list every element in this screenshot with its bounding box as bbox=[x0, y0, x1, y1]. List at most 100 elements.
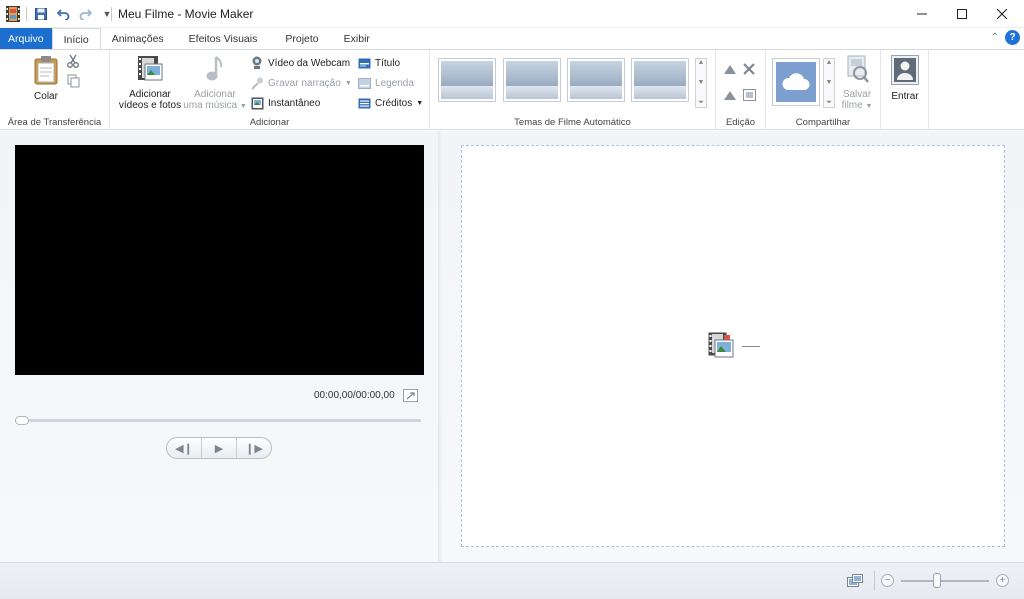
onedrive-share-button[interactable] bbox=[772, 58, 820, 106]
credits-button[interactable]: Créditos ▼ bbox=[357, 94, 423, 112]
save-movie-dropdown-icon: ▼ bbox=[865, 103, 873, 110]
add-group: Adicionar vídeos e fotos Adicionar uma m… bbox=[110, 50, 430, 130]
share-gallery-more-icon[interactable]: ⏷ bbox=[826, 99, 832, 107]
record-narration-button[interactable]: Gravar narração ▼ bbox=[250, 74, 352, 92]
share-gallery-scroll[interactable]: ▲ ▼ ⏷ bbox=[823, 58, 835, 108]
save-icon[interactable] bbox=[33, 6, 49, 22]
tab-view[interactable]: Exibir bbox=[333, 28, 381, 49]
add-videos-photos-label-1: Adicionar bbox=[129, 89, 171, 100]
storyboard[interactable] bbox=[461, 145, 1005, 547]
music-note-icon bbox=[204, 55, 226, 86]
save-movie-label-2-text: filme bbox=[841, 100, 863, 111]
window-title: Meu Filme - Movie Maker bbox=[118, 7, 254, 21]
add-videos-photos-button[interactable]: Adicionar vídeos e fotos bbox=[114, 55, 186, 111]
snapshot-icon bbox=[250, 96, 264, 110]
zoom-slider-track[interactable] bbox=[901, 580, 989, 582]
storyboard-add-hint[interactable] bbox=[708, 332, 760, 361]
snapshot-button[interactable]: Instantâneo bbox=[250, 94, 320, 112]
help-icon[interactable]: ? bbox=[1005, 30, 1020, 45]
paste-button[interactable]: Colar bbox=[26, 55, 66, 102]
gallery-more-icon[interactable]: ⏷ bbox=[698, 99, 704, 107]
webcam-icon bbox=[250, 56, 264, 70]
tab-home[interactable]: Início bbox=[51, 28, 101, 50]
close-button[interactable] bbox=[982, 0, 1022, 28]
thumbnail-size-icon[interactable] bbox=[847, 574, 863, 587]
gallery-down-icon[interactable]: ▼ bbox=[698, 79, 705, 86]
microphone-icon bbox=[250, 76, 264, 90]
theme-thumbnail-2[interactable] bbox=[503, 58, 561, 102]
snapshot-label: Instantâneo bbox=[268, 97, 321, 109]
zoom-in-button[interactable]: + bbox=[996, 574, 1009, 587]
tab-animations[interactable]: Animações bbox=[101, 28, 175, 49]
title-divider bbox=[111, 7, 112, 21]
save-movie-button[interactable]: Salvar filme ▼ bbox=[838, 55, 876, 112]
webcam-video-button[interactable]: Vídeo da Webcam bbox=[250, 54, 350, 72]
share-group-label: Compartilhar bbox=[795, 117, 851, 128]
remove-icon[interactable] bbox=[742, 62, 756, 76]
credits-icon bbox=[357, 96, 371, 110]
redo-icon[interactable] bbox=[77, 6, 93, 22]
sign-in-button[interactable]: Entrar bbox=[886, 55, 924, 102]
tab-visual-effects[interactable]: Efeitos Visuais bbox=[175, 28, 272, 49]
rotate-right-icon[interactable] bbox=[723, 88, 737, 102]
collapse-ribbon-icon[interactable]: ⌃ bbox=[991, 32, 999, 43]
pane-splitter[interactable] bbox=[438, 131, 442, 562]
theme-gallery-scroll[interactable]: ▲ ▼ ⏷ bbox=[695, 58, 707, 108]
play-icon: ▶ bbox=[214, 442, 224, 455]
theme-thumbnail-4[interactable] bbox=[631, 58, 689, 102]
seek-bar-thumb[interactable] bbox=[15, 416, 29, 425]
ribbon-tab-controls: ⌃ ? bbox=[991, 30, 1020, 45]
signin-group: Entrar bbox=[881, 50, 929, 130]
add-media-icon bbox=[708, 332, 734, 361]
automovie-themes-group-label: Temas de Filme Automático bbox=[514, 117, 631, 128]
play-button[interactable]: ▶ bbox=[202, 438, 237, 458]
gallery-up-icon[interactable]: ▲ bbox=[698, 59, 705, 66]
caption-button[interactable]: Legenda bbox=[357, 74, 414, 92]
seek-bar[interactable] bbox=[15, 419, 421, 422]
share-gallery-up-icon[interactable]: ▲ bbox=[826, 59, 833, 66]
zoom-out-button[interactable]: − bbox=[881, 574, 894, 587]
webcam-video-label: Vídeo da Webcam bbox=[268, 57, 351, 69]
theme-preview-3 bbox=[570, 61, 622, 99]
maximize-button[interactable] bbox=[942, 0, 982, 28]
undo-icon[interactable] bbox=[55, 6, 71, 22]
copy-icon[interactable] bbox=[66, 74, 80, 88]
main-area: 00:00,00/00:00,00 ◀❙ ▶ ❙▶ bbox=[0, 131, 1024, 562]
title-icon bbox=[357, 56, 371, 70]
fullscreen-preview-icon[interactable] bbox=[403, 389, 418, 402]
customize-qat-icon[interactable]: ▼ bbox=[99, 6, 115, 22]
movie-maker-app-icon[interactable] bbox=[6, 6, 20, 22]
tab-project[interactable]: Projeto bbox=[271, 28, 332, 49]
tab-file[interactable]: Arquivo bbox=[0, 28, 52, 49]
add-group-label: Adicionar bbox=[249, 117, 290, 128]
film-photo-icon bbox=[137, 55, 163, 86]
cut-icon[interactable] bbox=[66, 54, 80, 68]
add-music-label-2: uma música ▼ bbox=[183, 100, 247, 112]
share-gallery-down-icon[interactable]: ▼ bbox=[826, 79, 833, 86]
caption-icon bbox=[357, 76, 371, 90]
select-all-icon[interactable] bbox=[742, 88, 756, 102]
add-music-button[interactable]: Adicionar uma música ▼ bbox=[182, 55, 248, 112]
record-narration-label: Gravar narração bbox=[268, 77, 341, 89]
caption-label: Legenda bbox=[375, 77, 414, 89]
theme-thumbnail-3[interactable] bbox=[567, 58, 625, 102]
next-frame-button[interactable]: ❙▶ bbox=[237, 438, 271, 458]
credits-dropdown-icon: ▼ bbox=[416, 99, 424, 107]
credits-label: Créditos bbox=[375, 97, 413, 109]
status-bar-separator bbox=[874, 571, 875, 591]
previous-frame-button[interactable]: ◀❙ bbox=[167, 438, 202, 458]
editing-group-label: Edição bbox=[725, 117, 756, 128]
preview-monitor[interactable] bbox=[15, 145, 424, 375]
user-account-icon bbox=[891, 55, 919, 88]
storyboard-hint-line bbox=[742, 346, 760, 347]
add-videos-photos-label-2: vídeos e fotos bbox=[118, 100, 182, 111]
previous-frame-icon: ◀❙ bbox=[175, 442, 193, 455]
add-music-label-2-text: uma música bbox=[183, 100, 238, 111]
title-button[interactable]: Título bbox=[357, 54, 400, 72]
zoom-slider-thumb[interactable] bbox=[933, 573, 941, 588]
minimize-button[interactable] bbox=[902, 0, 942, 28]
status-bar: − + bbox=[0, 562, 1024, 599]
title-label: Título bbox=[375, 57, 401, 69]
rotate-left-icon[interactable] bbox=[723, 62, 737, 76]
theme-thumbnail-1[interactable] bbox=[438, 58, 496, 102]
